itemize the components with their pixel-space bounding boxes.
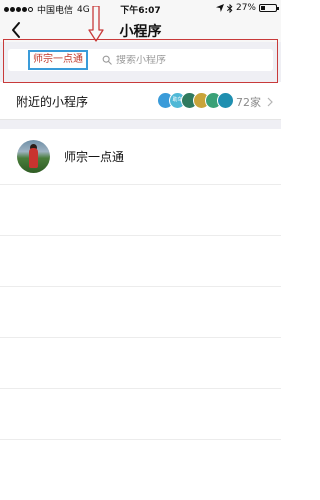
avatar-figure-body — [29, 148, 38, 168]
location-arrow-icon — [215, 4, 224, 12]
empty-list-row — [0, 388, 281, 439]
empty-list-row — [0, 439, 281, 490]
battery-icon — [259, 4, 279, 12]
empty-list-row — [0, 286, 281, 337]
empty-list-row — [0, 337, 281, 388]
nearby-count: 72家 — [236, 96, 261, 109]
nearby-avatar — [217, 92, 234, 109]
navigation-bar: 小程序 — [0, 18, 281, 42]
search-region: 师宗一点通 — [0, 42, 281, 82]
nearby-mini-programs-row[interactable]: 附近的小程序 助车 72家 — [0, 83, 281, 120]
nearby-avatar-stack: 助车 — [157, 92, 234, 109]
search-tag[interactable]: 师宗一点通 — [28, 50, 88, 70]
bluetooth-icon — [226, 3, 233, 13]
empty-list-row — [0, 184, 281, 235]
search-icon — [102, 55, 112, 65]
status-bar: 中国电信 4G 下午6:07 27% — [0, 0, 281, 18]
battery-percent: 27% — [235, 3, 256, 13]
page-title: 小程序 — [119, 24, 162, 40]
search-input[interactable] — [116, 54, 256, 66]
nearby-label: 附近的小程序 — [16, 94, 89, 109]
chevron-right-icon — [267, 97, 273, 107]
program-name: 师宗一点通 — [64, 150, 125, 164]
empty-list-area — [0, 184, 281, 490]
program-avatar — [17, 140, 50, 173]
search-bar[interactable]: 师宗一点通 — [8, 49, 273, 71]
section-divider — [0, 120, 281, 129]
status-right: 27% — [215, 3, 279, 13]
empty-list-row — [0, 235, 281, 286]
program-list-item[interactable]: 师宗一点通 — [0, 129, 281, 184]
battery-fill — [261, 6, 265, 10]
